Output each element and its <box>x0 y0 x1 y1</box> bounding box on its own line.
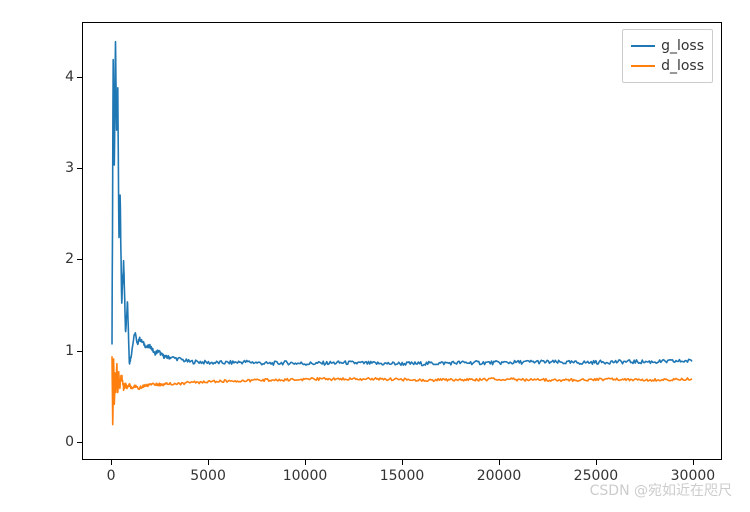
ytick-mark <box>77 77 82 78</box>
ytick-mark <box>77 259 82 260</box>
legend: g_loss d_loss <box>622 29 713 83</box>
series-g_loss <box>112 42 692 366</box>
xtick-mark <box>402 460 403 465</box>
xtick-label: 10000 <box>283 468 328 484</box>
plot-area: g_loss d_loss <box>82 22 722 460</box>
line-svg <box>83 23 721 459</box>
xtick-mark <box>208 460 209 465</box>
series-d_loss <box>112 356 692 424</box>
legend-item-g_loss: g_loss <box>631 36 704 56</box>
xtick-label: 15000 <box>380 468 425 484</box>
xtick-label: 25000 <box>574 468 619 484</box>
ytick-label: 4 <box>54 69 74 85</box>
xtick-label: 30000 <box>671 468 716 484</box>
xtick-mark <box>499 460 500 465</box>
ytick-label: 1 <box>54 343 74 359</box>
xtick-label: 20000 <box>477 468 522 484</box>
xtick-mark <box>596 460 597 465</box>
ytick-mark <box>77 351 82 352</box>
xtick-label: 0 <box>107 468 116 484</box>
legend-color-g_loss <box>631 45 655 47</box>
legend-item-d_loss: d_loss <box>631 56 704 76</box>
ytick-label: 3 <box>54 160 74 176</box>
xtick-mark <box>305 460 306 465</box>
legend-label-g_loss: g_loss <box>661 38 704 54</box>
legend-label-d_loss: d_loss <box>661 58 704 74</box>
ytick-label: 2 <box>54 251 74 267</box>
ytick-label: 0 <box>54 434 74 450</box>
legend-color-d_loss <box>631 65 655 67</box>
xtick-mark <box>111 460 112 465</box>
ytick-mark <box>77 442 82 443</box>
ytick-mark <box>77 168 82 169</box>
xtick-mark <box>693 460 694 465</box>
xtick-label: 5000 <box>190 468 226 484</box>
figure: g_loss d_loss CSDN @宛如近在咫尺 0500010000150… <box>0 0 750 512</box>
